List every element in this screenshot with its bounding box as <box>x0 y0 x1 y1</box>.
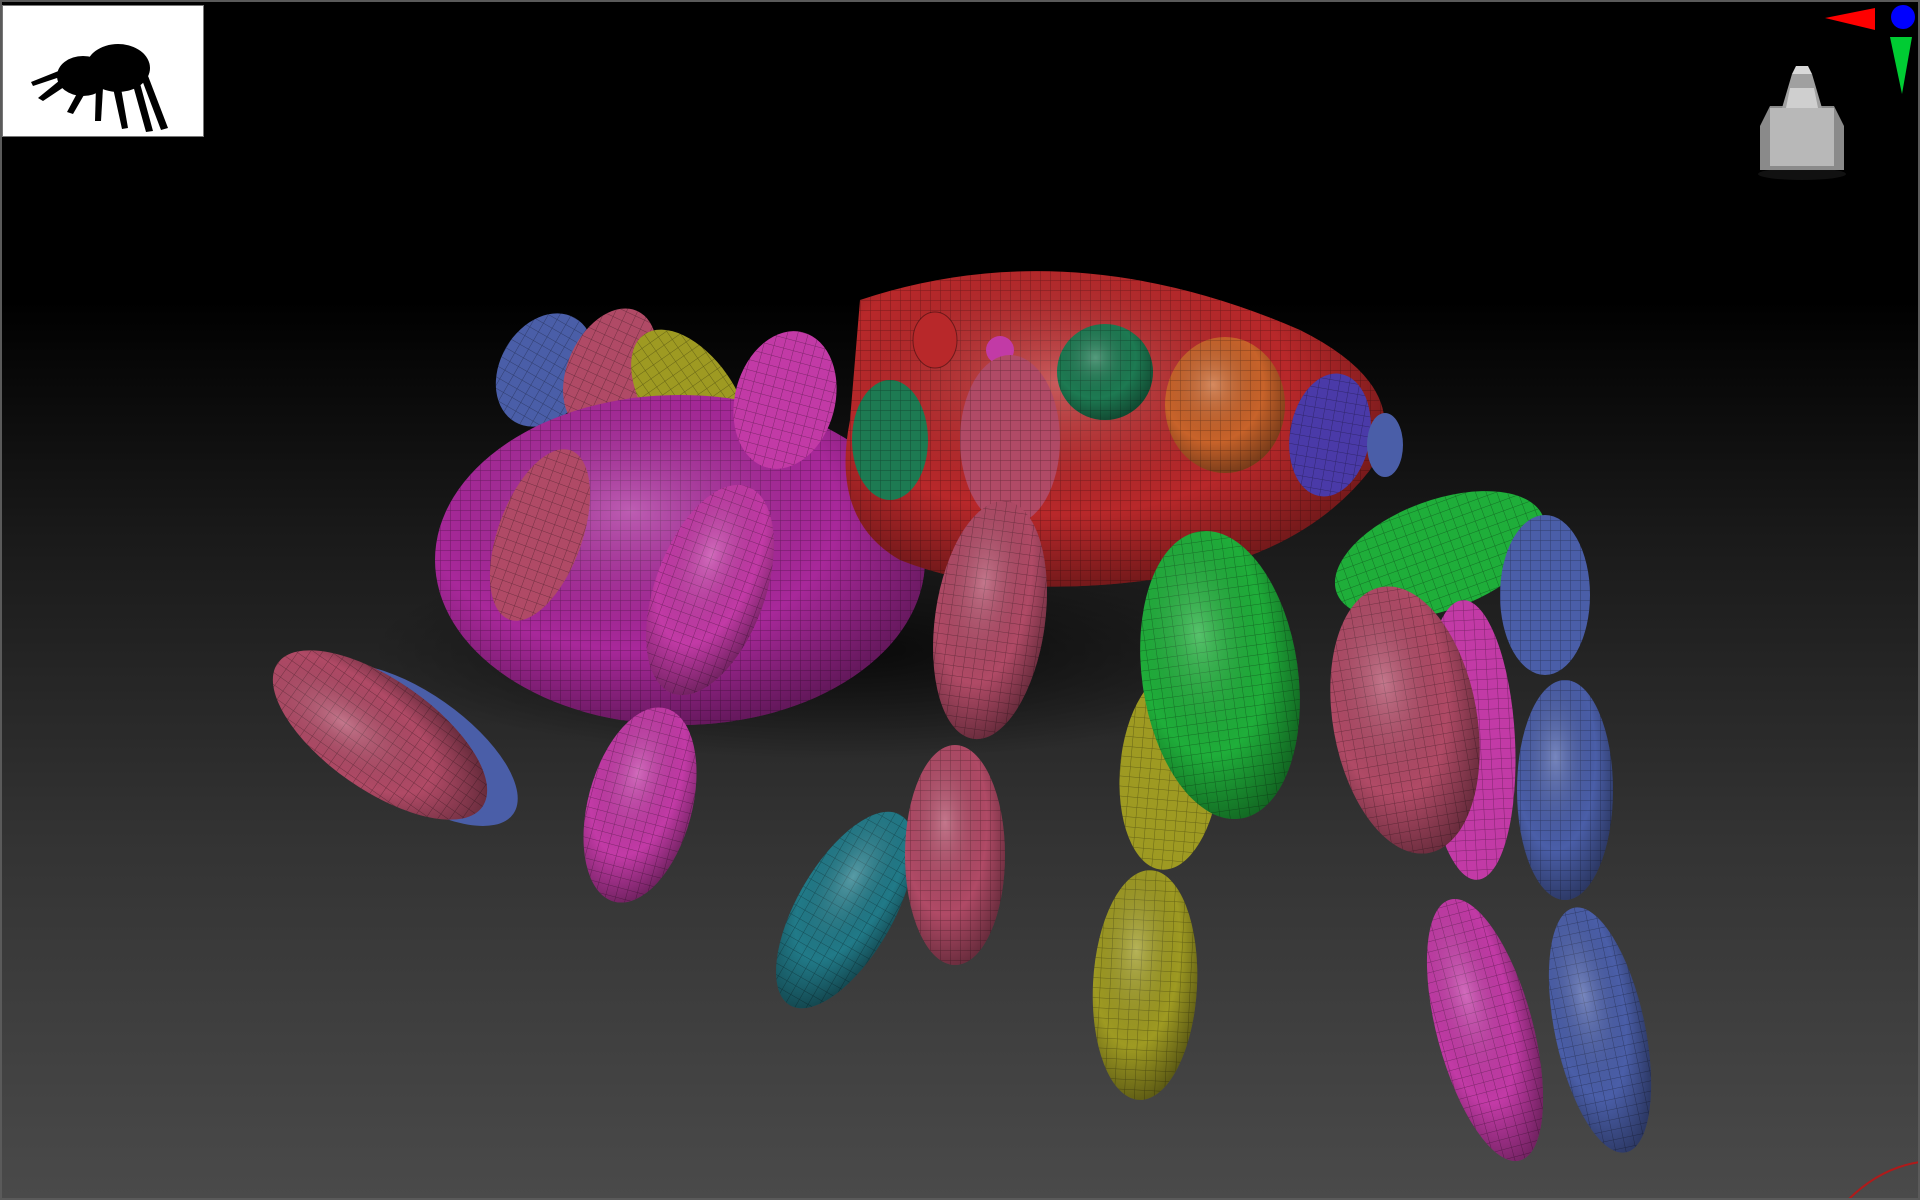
z-axis-dot <box>1891 5 1915 29</box>
corner-indicator-arc <box>1847 1161 1920 1200</box>
cephalothorax[interactable] <box>845 271 1403 587</box>
view-cube-icon[interactable] <box>1752 66 1852 182</box>
model-thumbnail[interactable] <box>2 5 204 137</box>
x-axis-arrow <box>1825 8 1875 30</box>
eye-small <box>912 311 958 369</box>
spider-model[interactable] <box>0 0 1920 1200</box>
spider-silhouette-icon <box>31 44 168 132</box>
y-axis-arrow <box>1890 37 1912 94</box>
3d-viewport[interactable] <box>0 0 1920 1200</box>
